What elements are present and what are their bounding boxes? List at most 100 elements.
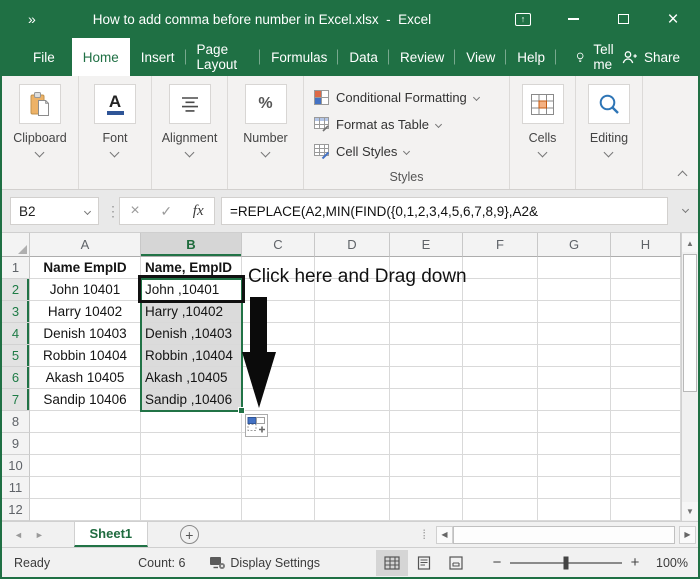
tab-file[interactable]: File (16, 38, 72, 76)
cell-G9[interactable] (538, 433, 611, 455)
page-layout-view-button[interactable] (408, 550, 440, 576)
row-header-1[interactable]: 1 (2, 257, 30, 279)
fill-handle[interactable] (238, 407, 245, 414)
cell-B6[interactable]: Akash ,10405 (141, 367, 242, 389)
cell-D11[interactable] (315, 477, 390, 499)
scroll-left-icon[interactable]: ◀ (436, 526, 453, 544)
cell-H11[interactable] (611, 477, 681, 499)
cell-E8[interactable] (390, 411, 463, 433)
cell-C10[interactable] (242, 455, 315, 477)
tab-review[interactable]: Review (389, 38, 455, 76)
cells-button[interactable] (522, 84, 564, 124)
display-settings-button[interactable]: Display Settings (209, 556, 320, 570)
cancel-entry-button[interactable]: × (130, 203, 139, 219)
scroll-right-icon[interactable]: ▶ (679, 526, 696, 544)
normal-view-button[interactable] (376, 550, 408, 576)
cell-D4[interactable] (315, 323, 390, 345)
cell-G8[interactable] (538, 411, 611, 433)
cell-G1[interactable] (538, 257, 611, 279)
cell-D12[interactable] (315, 499, 390, 521)
number-dropdown[interactable]: Number (243, 124, 287, 156)
column-header-D[interactable]: D (315, 233, 390, 257)
cell-A4[interactable]: Denish 10403 (30, 323, 141, 345)
conditional-formatting-button[interactable]: Conditional Formatting (314, 84, 509, 111)
cell-G6[interactable] (538, 367, 611, 389)
cell-D9[interactable] (315, 433, 390, 455)
cells-dropdown[interactable]: Cells (529, 124, 557, 156)
row-header-9[interactable]: 9 (2, 433, 30, 455)
cell-F3[interactable] (463, 301, 538, 323)
sheet-tab-sheet1[interactable]: Sheet1 (74, 522, 148, 547)
vertical-scrollbar[interactable]: ▲ ▼ (681, 233, 698, 521)
cell-D7[interactable] (315, 389, 390, 411)
cell-G4[interactable] (538, 323, 611, 345)
cell-H10[interactable] (611, 455, 681, 477)
cell-F10[interactable] (463, 455, 538, 477)
row-header-12[interactable]: 12 (2, 499, 30, 521)
cell-A9[interactable] (30, 433, 141, 455)
cell-D5[interactable] (315, 345, 390, 367)
select-all-corner[interactable] (2, 233, 30, 257)
minimize-button[interactable] (548, 0, 598, 38)
cell-E5[interactable] (390, 345, 463, 367)
row-header-10[interactable]: 10 (2, 455, 30, 477)
row-header-3[interactable]: 3 (2, 301, 30, 323)
cell-A7[interactable]: Sandip 10406 (30, 389, 141, 411)
scroll-down-icon[interactable]: ▼ (682, 502, 698, 520)
prev-sheet-icon[interactable]: ◄ (14, 530, 23, 540)
cell-D8[interactable] (315, 411, 390, 433)
row-header-7[interactable]: 7 (2, 389, 30, 411)
cell-E3[interactable] (390, 301, 463, 323)
confirm-entry-button[interactable]: ✓ (160, 203, 172, 220)
cell-A2[interactable]: John 10401 (30, 279, 141, 301)
name-box[interactable]: B2 (10, 197, 99, 225)
cell-F2[interactable] (463, 279, 538, 301)
cell-B12[interactable] (141, 499, 242, 521)
tab-data[interactable]: Data (338, 38, 389, 76)
cell-H4[interactable] (611, 323, 681, 345)
close-button[interactable]: × (648, 0, 698, 38)
cell-H5[interactable] (611, 345, 681, 367)
cell-B9[interactable] (141, 433, 242, 455)
cell-B3[interactable]: Harry ,10402 (141, 301, 242, 323)
tab-help[interactable]: Help (506, 38, 556, 76)
cell-F5[interactable] (463, 345, 538, 367)
cell-B2[interactable]: John ,10401 (141, 279, 242, 301)
cell-E11[interactable] (390, 477, 463, 499)
cell-F12[interactable] (463, 499, 538, 521)
cell-A11[interactable] (30, 477, 141, 499)
column-header-A[interactable]: A (30, 233, 141, 257)
cell-H9[interactable] (611, 433, 681, 455)
cell-F9[interactable] (463, 433, 538, 455)
cell-G11[interactable] (538, 477, 611, 499)
cell-H3[interactable] (611, 301, 681, 323)
cell-A1[interactable]: Name EmpID (30, 257, 141, 279)
cell-G7[interactable] (538, 389, 611, 411)
cell-D3[interactable] (315, 301, 390, 323)
tab-view[interactable]: View (455, 38, 506, 76)
row-header-11[interactable]: 11 (2, 477, 30, 499)
column-header-B[interactable]: B (141, 233, 242, 257)
column-header-E[interactable]: E (390, 233, 463, 257)
share-button[interactable]: Share (621, 38, 680, 76)
expand-formula-bar-icon[interactable] (682, 206, 689, 213)
cell-D6[interactable] (315, 367, 390, 389)
zoom-in-button[interactable]: + (626, 554, 644, 571)
quick-access-toolbar[interactable]: » (28, 11, 35, 27)
scroll-up-icon[interactable]: ▲ (682, 234, 698, 252)
cell-C11[interactable] (242, 477, 315, 499)
zoom-level[interactable]: 100% (644, 556, 688, 570)
formula-input[interactable]: =REPLACE(A2,MIN(FIND({0,1,2,3,4,5,6,7,8,… (221, 197, 668, 225)
cell-C12[interactable] (242, 499, 315, 521)
cell-A12[interactable] (30, 499, 141, 521)
column-header-F[interactable]: F (463, 233, 538, 257)
cell-H6[interactable] (611, 367, 681, 389)
cell-F6[interactable] (463, 367, 538, 389)
cell-G2[interactable] (538, 279, 611, 301)
cell-H7[interactable] (611, 389, 681, 411)
row-header-5[interactable]: 5 (2, 345, 30, 367)
cell-H12[interactable] (611, 499, 681, 521)
cell-H1[interactable] (611, 257, 681, 279)
cell-styles-button[interactable]: Cell Styles (314, 138, 509, 165)
cell-G3[interactable] (538, 301, 611, 323)
